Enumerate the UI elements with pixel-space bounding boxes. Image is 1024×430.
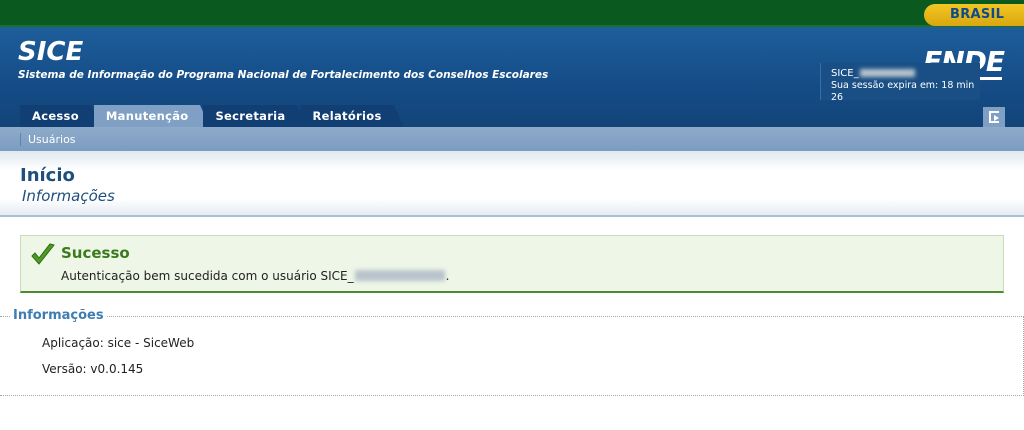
tab-secretaria[interactable]: Secretaria [203,105,308,127]
brasil-badge-label: BRASIL [950,7,1005,22]
page-subtitle: Informações [22,187,115,205]
submenu-divider [20,133,21,146]
session-expiry: Sua sessão expira em: 18 min 26 [831,80,975,103]
app-header: SICE Sistema de Informação do Programa N… [0,27,1024,127]
session-user: SICE_ [831,68,980,80]
info-version: Versão: v0.0.145 [42,362,144,376]
submenu-bar: Usuários [0,127,1024,151]
tab-acesso[interactable]: Acesso [20,105,101,127]
success-title: Sucesso [61,244,130,262]
app-title: SICE [18,37,84,67]
success-message: Sucesso Autenticação bem sucedida com o … [20,235,1004,293]
page-title: Início [20,165,75,186]
brasil-badge[interactable]: BRASIL [924,4,1024,26]
info-legend: Informações [10,308,107,323]
main-tabs: Acesso Manutenção Secretaria Relatórios [20,105,404,127]
gov-top-bar: BRASIL [0,0,1024,27]
logout-button[interactable] [983,107,1005,127]
info-application: Aplicação: sice - SiceWeb [42,336,195,350]
info-fieldset: Informações Aplicação: sice - SiceWeb Ve… [0,308,1024,396]
checkmark-icon [31,243,55,265]
success-text: Autenticação bem sucedida com o usuário … [61,269,450,283]
logout-icon [989,111,999,123]
tab-manutencao[interactable]: Manutenção [93,105,210,127]
session-box: SICE_ Sua sessão expira em: 18 min 26 [820,63,980,103]
tab-relatorios[interactable]: Relatórios [300,105,404,127]
redacted-username [354,270,445,281]
page-title-area: Início Informações [0,151,1024,217]
app-subtitle: Sistema de Informação do Programa Nacion… [18,69,549,81]
submenu-item-usuarios[interactable]: Usuários [28,133,76,146]
